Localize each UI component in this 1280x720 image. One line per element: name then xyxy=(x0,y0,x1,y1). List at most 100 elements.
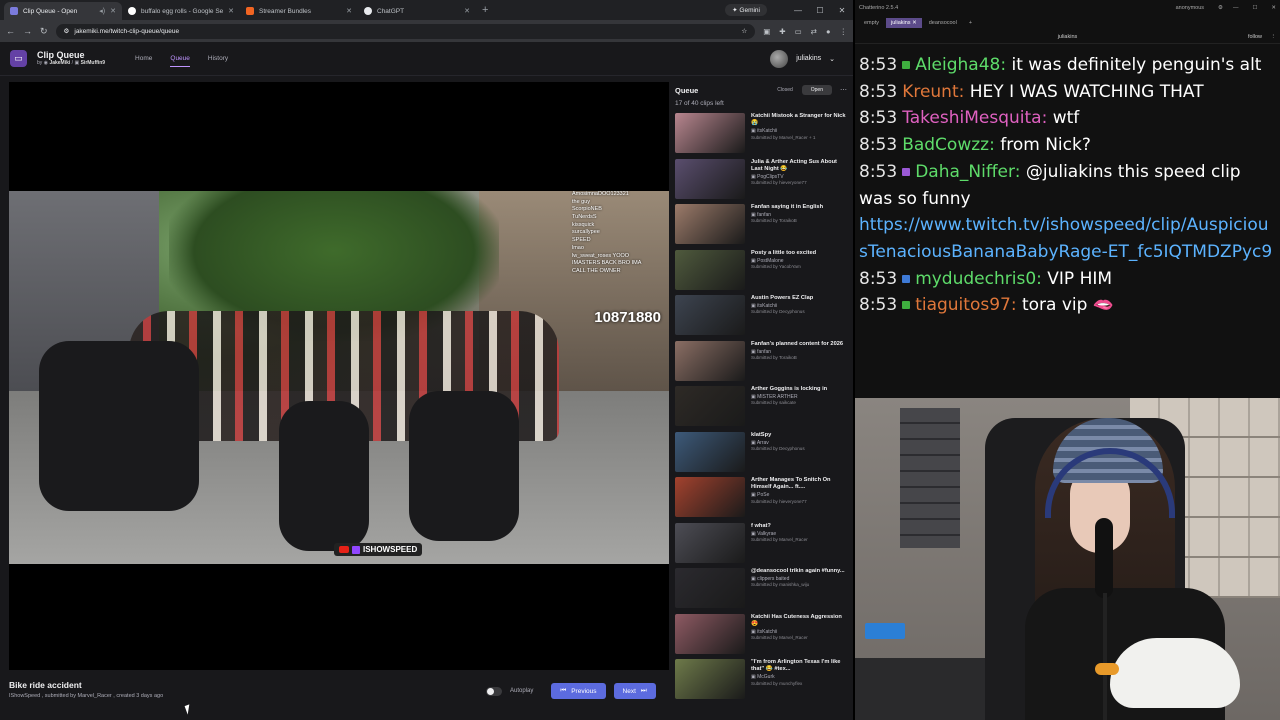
new-tab-button[interactable]: + xyxy=(476,4,494,16)
clip-thumbnail[interactable] xyxy=(675,568,745,608)
close-tab-icon[interactable]: ✕ xyxy=(110,7,116,15)
clip-thumbnail[interactable] xyxy=(675,249,745,290)
maximize-icon[interactable]: ☐ xyxy=(1252,5,1257,11)
clip-thumbnail[interactable] xyxy=(675,158,745,199)
channel-link[interactable]: IShowSpeed xyxy=(9,693,40,699)
close-window-icon[interactable]: ✕ xyxy=(831,6,853,15)
queue-closed-option[interactable]: Closed xyxy=(768,85,802,95)
close-tab-icon[interactable]: ✕ xyxy=(464,7,470,15)
menu-icon[interactable]: ⋮ xyxy=(840,27,848,36)
queue-clip-item[interactable]: kIatSpy ▣ Arrav Submitted by Decyphonus xyxy=(675,430,847,476)
queue-clip-item[interactable]: Katchii Has Cuteness Aggression 😍 ▣ itsKa… xyxy=(675,612,847,658)
chat-username[interactable]: Kreunt xyxy=(902,82,958,102)
extension-icon[interactable]: ▣ xyxy=(763,27,770,36)
chat-username[interactable]: tiaguitos97 xyxy=(915,295,1011,315)
chat-username[interactable]: Aleigha48 xyxy=(915,55,1000,75)
next-button[interactable]: Next ⏭ xyxy=(613,683,656,699)
queue-clip-item[interactable]: Julia & Arther Acting Sus About Last Nig… xyxy=(675,157,847,203)
chat-colon: : xyxy=(989,135,1001,156)
clip-thumbnail[interactable] xyxy=(675,113,745,153)
browser-tab-streamer-bundles[interactable]: Streamer Bundles ✕ xyxy=(240,2,358,20)
previous-button[interactable]: ⏮ Previous xyxy=(551,683,606,699)
browser-tab-google-search[interactable]: buffalo egg rolls - Google Sear ✕ xyxy=(122,2,240,20)
clip-thumbnail[interactable] xyxy=(675,340,745,381)
queue-clip-item[interactable]: Arther Manages To Snitch On Himself Agai… xyxy=(675,475,847,521)
audio-icon[interactable]: ◂) xyxy=(99,7,105,15)
author-link-2[interactable]: SirMuffin9 xyxy=(81,60,105,66)
more-options-icon[interactable]: ⋯ xyxy=(840,86,847,94)
queue-clip-item[interactable]: Posty a little too excited ▣ PostMalone Su… xyxy=(675,248,847,294)
clip-queue-logo-icon[interactable]: ▭ xyxy=(10,50,27,67)
back-icon[interactable]: ← xyxy=(6,26,15,36)
profile-icon[interactable]: ● xyxy=(826,27,831,36)
video-player[interactable]: AmosimnaDOO123321 the guy ScorpioNEB TuN… xyxy=(9,82,669,670)
queue-open-option[interactable]: Open xyxy=(801,85,832,95)
minimize-icon[interactable]: — xyxy=(1233,5,1239,11)
close-tab-icon[interactable]: ✕ xyxy=(912,20,917,26)
url-field[interactable]: ⚙ jakemiki.me/twitch-clip-queue/queue ☆ xyxy=(55,23,756,39)
account-switcher[interactable]: anonymous xyxy=(1176,5,1204,11)
chat-tab-deansocool[interactable]: deansocool xyxy=(924,18,962,28)
add-tab-icon[interactable]: + xyxy=(964,18,977,28)
translate-icon[interactable]: ⇄ xyxy=(811,27,817,36)
clip-thumbnail[interactable] xyxy=(675,295,745,335)
chat-tab-empty[interactable]: empty xyxy=(859,18,884,28)
queue-clip-item[interactable]: @deansocool trikin again #funny... ▣ clip… xyxy=(675,566,847,612)
chatgpt-favicon-icon xyxy=(364,7,372,15)
twitch-icon: ▣ xyxy=(74,59,80,66)
minimize-icon[interactable]: — xyxy=(787,6,809,15)
nav-home[interactable]: Home xyxy=(135,51,152,67)
queue-clip-item[interactable]: Arther Goggins is locking in ▣ MISTER ART… xyxy=(675,384,847,430)
nav-queue[interactable]: Queue xyxy=(170,51,190,67)
clip-thumbnail[interactable] xyxy=(675,659,745,699)
puzzle-icon[interactable]: ✚ xyxy=(779,27,785,36)
chat-username[interactable]: BadCowzz xyxy=(902,135,989,155)
clip-title: Bike ride accident xyxy=(9,680,82,690)
queue-clip-item[interactable]: f what? ▣ Valkyrae Submitted by Marvel_Rac… xyxy=(675,521,847,567)
clip-thumbnail[interactable] xyxy=(675,477,745,517)
browser-tab-chatgpt[interactable]: ChatGPT ✕ xyxy=(358,2,476,20)
clip-thumbnail[interactable] xyxy=(675,386,745,426)
autoplay-toggle[interactable] xyxy=(486,686,502,696)
chat-username[interactable]: mydudechris0 xyxy=(915,269,1036,289)
queue-clip-item[interactable]: Katchii Mistook a Stranger for Nick 😭 ▣ i… xyxy=(675,111,847,157)
clip-thumbnail[interactable] xyxy=(675,522,745,563)
tab-title: ChatGPT xyxy=(377,7,405,15)
close-tab-icon[interactable]: ✕ xyxy=(228,7,234,15)
queue-count: 17 of 40 clips left xyxy=(675,100,724,107)
browser-tab-clip-queue[interactable]: Clip Queue - Open ◂) ✕ xyxy=(4,2,122,20)
clip-thumbnail[interactable] xyxy=(675,613,745,654)
reload-icon[interactable]: ↻ xyxy=(40,26,48,37)
chat-username[interactable]: Daha_Niffer xyxy=(915,162,1015,182)
queue-clip-item[interactable]: Austin Powers EZ Clap ▣ itsKatchii Submitt… xyxy=(675,293,847,339)
close-window-icon[interactable]: ✕ xyxy=(1271,5,1276,11)
bookmark-star-icon[interactable]: ☆ xyxy=(741,27,747,35)
more-options-icon[interactable]: ⋮ xyxy=(1271,34,1277,40)
address-bar: ← → ↻ ⚙ jakemiki.me/twitch-clip-queue/qu… xyxy=(0,20,853,42)
chat-tab-juliakins[interactable]: juliakins ✕ xyxy=(885,18,922,28)
queue-clip-item[interactable]: "I'm from Arlington Texas I'm like that"… xyxy=(675,657,847,703)
clip-meta: IShowSpeed , submitted by Marvel_Racer ,… xyxy=(9,693,164,699)
queue-clip-submitter: Submitted by ToraikoB xyxy=(751,218,797,224)
cast-icon[interactable]: ▭ xyxy=(795,27,802,36)
follow-button[interactable]: follow xyxy=(1248,34,1262,40)
forward-icon[interactable]: → xyxy=(23,26,32,36)
settings-gear-icon[interactable]: ⚙ xyxy=(1218,5,1223,11)
queue-clip-item[interactable]: Fanfan's planned content for 2026 ▣ fanfa… xyxy=(675,339,847,385)
gemini-button[interactable]: ✦ Gemini xyxy=(725,4,767,16)
author-link-1[interactable]: JakeMiki xyxy=(49,60,70,66)
chat-link[interactable]: https://www.twitch.tv/ishowspeed/clip/Au… xyxy=(859,215,1272,262)
site-info-icon[interactable]: ⚙ xyxy=(64,27,70,35)
close-tab-icon[interactable]: ✕ xyxy=(346,7,352,15)
video-frame[interactable]: AmosimnaDOO123321 the guy ScorpioNEB TuN… xyxy=(9,191,669,564)
queue-clip-submitter: Submitted by manishka_wiju xyxy=(751,582,810,588)
nav-history[interactable]: History xyxy=(208,51,228,67)
clip-thumbnail[interactable] xyxy=(675,431,745,472)
user-menu[interactable]: juliakins ⌄ xyxy=(770,49,835,68)
queue-clip-channel-name: fanfan xyxy=(757,348,772,355)
chat-username[interactable]: TakeshiMesquita xyxy=(902,108,1041,128)
maximize-icon[interactable]: ☐ xyxy=(809,6,831,15)
queue-clip-item[interactable]: Fanfan saying it in English ▣ fanfan Submi… xyxy=(675,202,847,248)
clip-thumbnail[interactable] xyxy=(675,204,745,244)
overlay-chat-line: AmosimnaDOO123321 xyxy=(572,191,629,197)
